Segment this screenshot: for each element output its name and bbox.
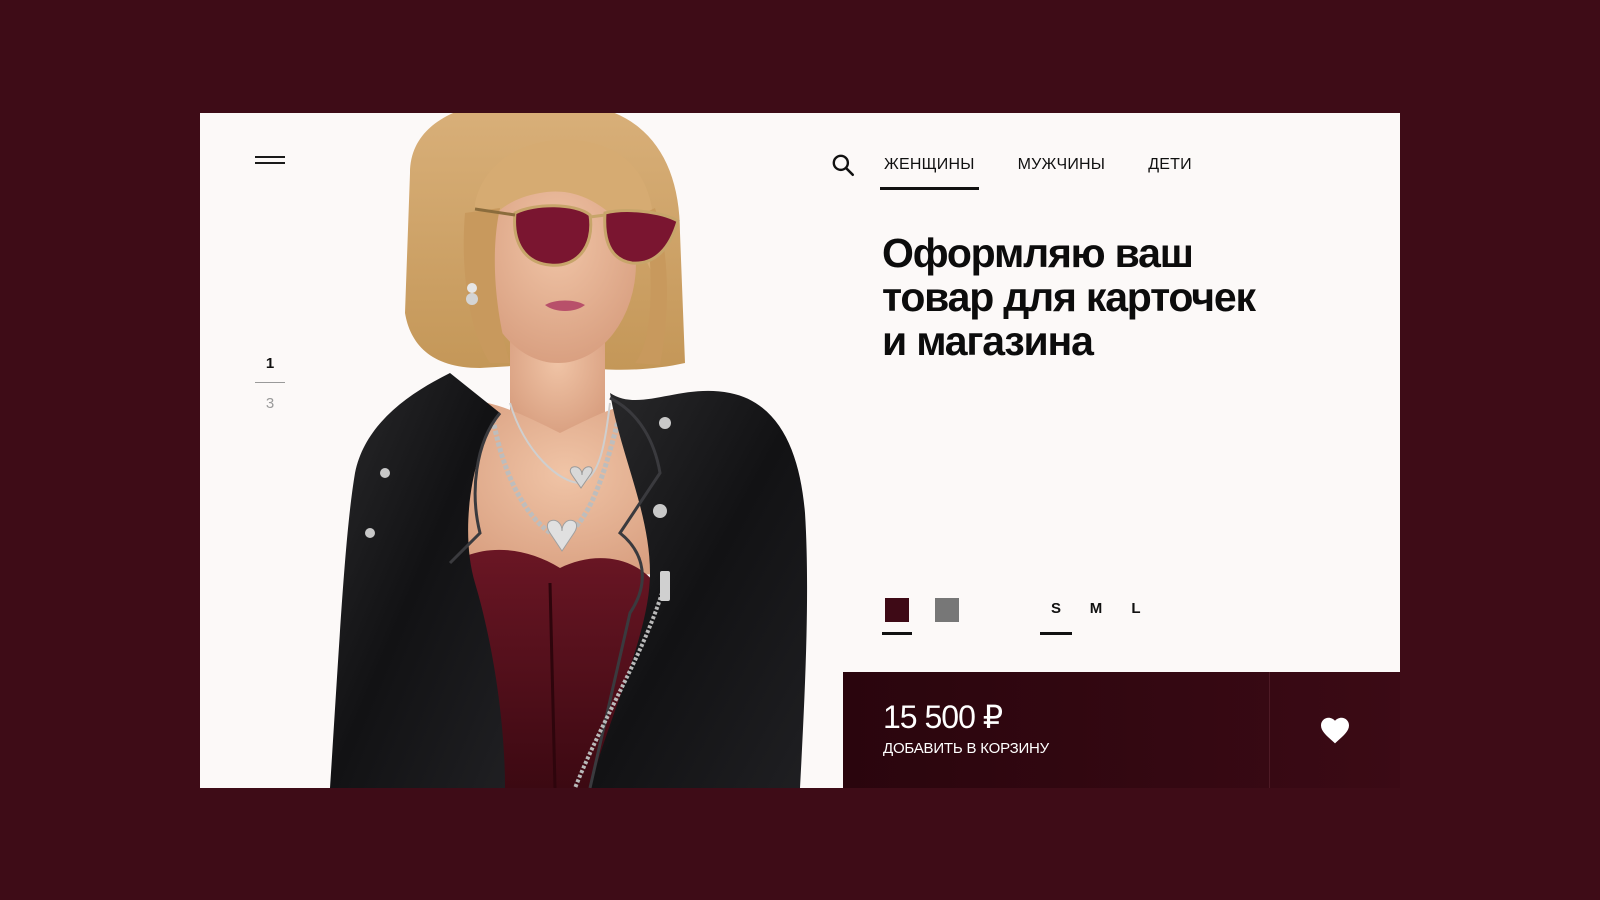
color-picker: [882, 595, 982, 635]
headline-line-1: Оформляю ваш: [882, 230, 1194, 276]
color-swatch-grey[interactable]: [932, 595, 962, 635]
add-to-cart-button[interactable]: 15 500 ₽ ДОБАВИТЬ В КОРЗИНУ: [843, 672, 1270, 788]
size-m[interactable]: M: [1080, 593, 1112, 635]
color-swatch-burgundy[interactable]: [882, 595, 912, 635]
nav-kids[interactable]: ДЕТИ: [1144, 150, 1196, 180]
size-l[interactable]: L: [1120, 593, 1152, 635]
headline-line-2: товар для карточек: [882, 274, 1256, 320]
selected-underline: [882, 632, 912, 635]
headline-line-3: и магазина: [882, 318, 1094, 364]
price: 15 500 ₽: [883, 699, 1003, 735]
top-navigation: ЖЕНЩИНЫ МУЖЧИНЫ ДЕТИ: [830, 145, 1231, 190]
search-icon[interactable]: [830, 152, 856, 178]
product-card: 1 3 ЖЕНЩИНЫ МУЖЧИНЫ ДЕТИ Оформляю ваш то…: [200, 113, 1400, 788]
swatch-fill: [935, 598, 959, 622]
nav-women[interactable]: ЖЕНЩИНЫ: [880, 150, 979, 190]
add-to-cart-label: ДОБАВИТЬ В КОРЗИНУ: [883, 740, 1049, 757]
headline: Оформляю ваш товар для карточек и магази…: [882, 231, 1322, 363]
buy-bar: 15 500 ₽ ДОБАВИТЬ В КОРЗИНУ: [843, 672, 1400, 788]
heart-icon: [1321, 717, 1349, 744]
swatch-fill: [885, 598, 909, 622]
favorite-button[interactable]: [1270, 672, 1400, 788]
nav-men[interactable]: МУЖЧИНЫ: [1014, 150, 1110, 180]
model-photo: [330, 113, 808, 788]
size-s[interactable]: S: [1040, 593, 1072, 635]
size-picker: S M L: [1040, 593, 1160, 635]
